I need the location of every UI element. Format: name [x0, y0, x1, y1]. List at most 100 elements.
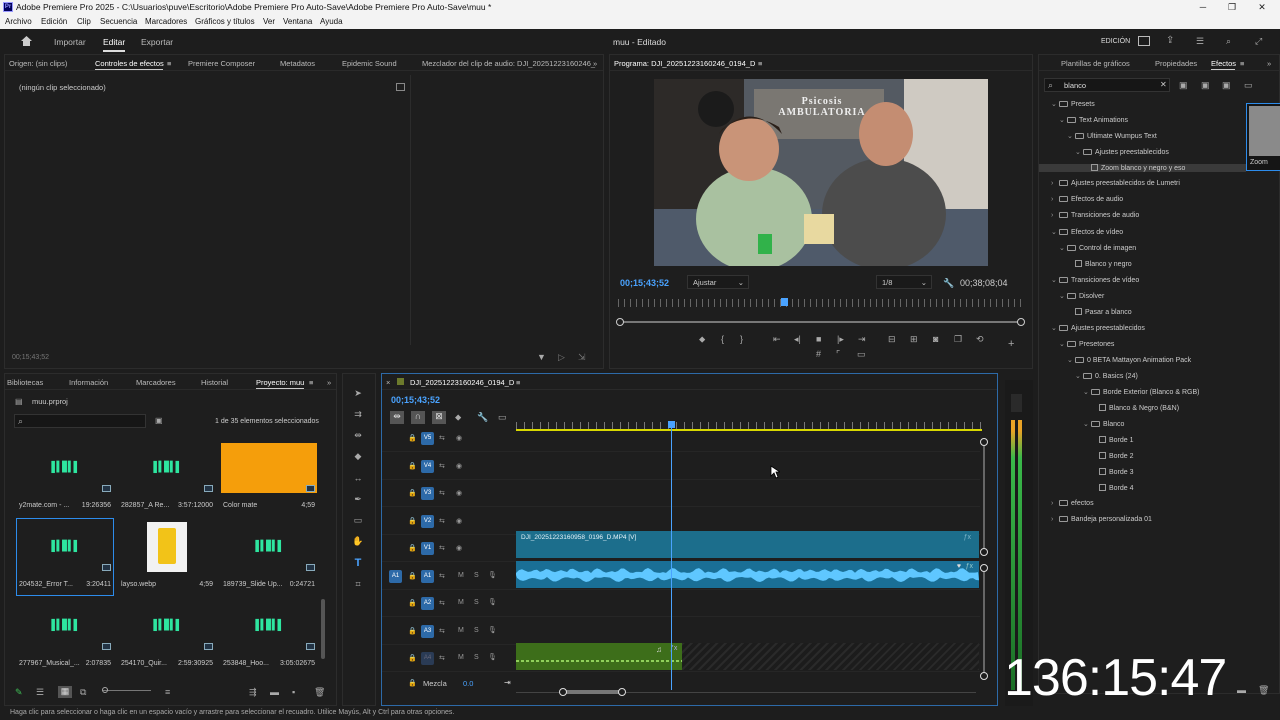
track-lock-icon[interactable]: 🔒	[408, 627, 417, 635]
a4-audio-clip[interactable]: ♫ ƒx	[516, 643, 682, 670]
effects-folder[interactable]: ⌄ Efectos de vídeo	[1051, 228, 1123, 236]
menu-marcadores[interactable]: Marcadores	[145, 17, 187, 26]
effects-folder[interactable]: › Ajustes preestablecidos de Lumetri	[1051, 180, 1180, 187]
nest-icon[interactable]: ⇹	[390, 411, 404, 424]
track-lock-icon[interactable]: 🔒	[408, 434, 417, 442]
export-icon[interactable]: ⇲	[578, 352, 586, 362]
comparison-view-icon[interactable]: ❐	[954, 334, 962, 344]
menu-ayuda[interactable]: Ayuda	[320, 17, 343, 26]
project-item[interactable]: ▌▍▋▍▌ 189739_Slide Up... 0:24721	[221, 519, 317, 595]
mute-track-icon[interactable]: M	[458, 654, 464, 661]
source-patch-a1[interactable]: A1	[389, 569, 402, 583]
mute-track-icon[interactable]: M	[458, 572, 464, 579]
menu-ventana[interactable]: Ventana	[283, 17, 312, 26]
accelerated-effects-icon[interactable]: ▣	[1179, 80, 1188, 90]
chevron-down-icon[interactable]: ⌄	[1067, 356, 1075, 364]
vscroll-handle-bottom[interactable]	[980, 672, 988, 680]
project-scrollbar[interactable]	[321, 599, 325, 659]
effects-folder[interactable]: › Bandeja personalizada 01	[1051, 516, 1152, 523]
timeline-timecode[interactable]: 00;15;43;52	[391, 395, 440, 405]
track-target-a1[interactable]: A1	[421, 569, 434, 583]
menu-archivo[interactable]: Archivo	[5, 17, 32, 26]
chevron-down-icon[interactable]: ⌄	[1067, 132, 1075, 140]
zoom-slider-handle[interactable]	[102, 687, 108, 693]
pen-tool-icon[interactable]: ✒	[351, 494, 365, 504]
effects-search-input[interactable]: blanco	[1064, 81, 1086, 90]
zoom-handle-left[interactable]	[616, 318, 624, 326]
track-lock-icon[interactable]: 🔒	[408, 544, 417, 552]
vr-icon[interactable]: ⟲	[976, 334, 984, 344]
chevron-down-icon[interactable]: ⌄	[1059, 244, 1067, 252]
tab-editar[interactable]: Editar	[103, 37, 125, 47]
track-lock-icon[interactable]: 🔒	[408, 572, 417, 580]
voiceover-record-icon[interactable]: 🎙	[488, 598, 497, 606]
menu-lines-icon[interactable]: ☰	[1196, 36, 1204, 46]
track-target-a2[interactable]: A2	[421, 597, 434, 610]
chevron-down-icon[interactable]: ⌄	[1051, 276, 1059, 284]
timeline-playhead-head[interactable]	[668, 421, 675, 428]
hand-tool-icon[interactable]: ✋	[351, 536, 365, 546]
track-lock-icon[interactable]: 🔒	[408, 462, 417, 470]
snap-icon[interactable]: ∩	[411, 411, 425, 424]
zoom-handle-right[interactable]	[1017, 318, 1025, 326]
mute-track-icon[interactable]: M	[458, 599, 464, 606]
tab-graphics-templates[interactable]: Plantillas de gráficos	[1061, 59, 1130, 68]
effects-preset[interactable]: Borde 2	[1091, 452, 1134, 460]
tab-libraries[interactable]: Bibliotecas	[7, 378, 43, 387]
zoom-scrollbar[interactable]	[620, 321, 1024, 323]
preset-preview-thumb[interactable]: Zoom	[1246, 103, 1280, 171]
effects-preset[interactable]: Pasar a blanco	[1067, 308, 1132, 316]
project-item[interactable]: ▌▍▋▍▌ 253848_Hoo... 3:05:02675	[221, 598, 317, 674]
video-frame[interactable]: Psicosis AMBULATORIA	[654, 79, 988, 266]
effects-folder[interactable]: ⌄ Ajustes preestablecidos	[1051, 324, 1145, 332]
track-lock-icon[interactable]: 🔒	[408, 599, 417, 607]
slip-tool-icon[interactable]: ↔	[351, 473, 365, 483]
effects-search-box[interactable]: ⌕ blanco ✕	[1044, 78, 1170, 92]
solo-track-icon[interactable]: S	[474, 654, 479, 661]
vscroll-handle-audio[interactable]	[980, 564, 988, 572]
menu-clip[interactable]: Clip	[77, 17, 91, 26]
more-tabs-icon[interactable]: »	[327, 378, 331, 387]
chevron-down-icon[interactable]: ⌄	[1051, 228, 1059, 236]
workspace-mode[interactable]: EDICIÓN	[1101, 38, 1130, 45]
track-target-v3[interactable]: V3	[421, 487, 434, 500]
project-item[interactable]: layso.webp 4;59	[119, 519, 215, 595]
voiceover-record-icon[interactable]: 🎙	[488, 653, 497, 661]
chevron-down-icon[interactable]: ⌄	[1051, 324, 1059, 332]
resolution-dropdown[interactable]: 1/8 ⌄	[876, 275, 932, 289]
sync-lock-icon[interactable]: ⇆	[439, 489, 445, 497]
panel-menu-icon[interactable]: ≡	[758, 59, 762, 68]
toggle-output-eye-icon[interactable]: ◉	[456, 489, 462, 497]
trash-icon[interactable]: 🗑	[314, 687, 325, 697]
project-item[interactable]: ▌▍▋▍▌ 277967_Musical_... 2:07835	[17, 598, 113, 674]
project-item[interactable]: Color mate 4;59	[221, 440, 317, 516]
add-marker-icon[interactable]: ⬥	[455, 412, 461, 422]
tab-info[interactable]: Información	[69, 378, 108, 387]
chevron-down-icon[interactable]: ⌄	[1075, 372, 1083, 380]
track-target-v5[interactable]: V5	[421, 432, 434, 445]
track-target-v4[interactable]: V4	[421, 459, 434, 473]
panel-layout-icon[interactable]	[1138, 36, 1150, 46]
effects-folder[interactable]: ⌄ Presetones	[1059, 340, 1114, 348]
mark-in-icon[interactable]: {	[721, 334, 724, 344]
effects-folder[interactable]: ⌄ 0 BETA Mattayon Animation Pack	[1067, 356, 1191, 364]
mark-out-icon[interactable]: }	[740, 334, 743, 344]
tab-markers[interactable]: Marcadores	[136, 378, 176, 387]
zoom-slider[interactable]	[103, 690, 151, 691]
track-lock-icon[interactable]: 🔒	[408, 489, 417, 497]
find-icon[interactable]: ▬	[270, 687, 279, 697]
wrench-icon[interactable]: 🔧	[943, 278, 954, 288]
effects-folder[interactable]: › efectos	[1051, 500, 1094, 507]
close-icon[interactable]: ✕	[1255, 1, 1269, 13]
effects-preset[interactable]: Borde 4	[1091, 484, 1134, 492]
project-item[interactable]: ▌▍▋▍▌ 204532_Error T... 3:20411	[16, 518, 114, 596]
effects-folder[interactable]: › Transiciones de audio	[1051, 212, 1139, 219]
effects-folder[interactable]: › Efectos de audio	[1051, 196, 1123, 203]
toggle-output-eye-icon[interactable]: ◉	[456, 462, 462, 470]
fit-dropdown[interactable]: Ajustar ⌄	[687, 275, 749, 289]
lift-icon[interactable]: ⊟	[888, 334, 896, 344]
chevron-down-icon[interactable]: ⌄	[1059, 340, 1067, 348]
tab-epidemic-sound[interactable]: Epidemic Sound	[342, 59, 397, 68]
menu-edicion[interactable]: Edición	[41, 17, 67, 26]
tab-exportar[interactable]: Exportar	[141, 37, 173, 47]
